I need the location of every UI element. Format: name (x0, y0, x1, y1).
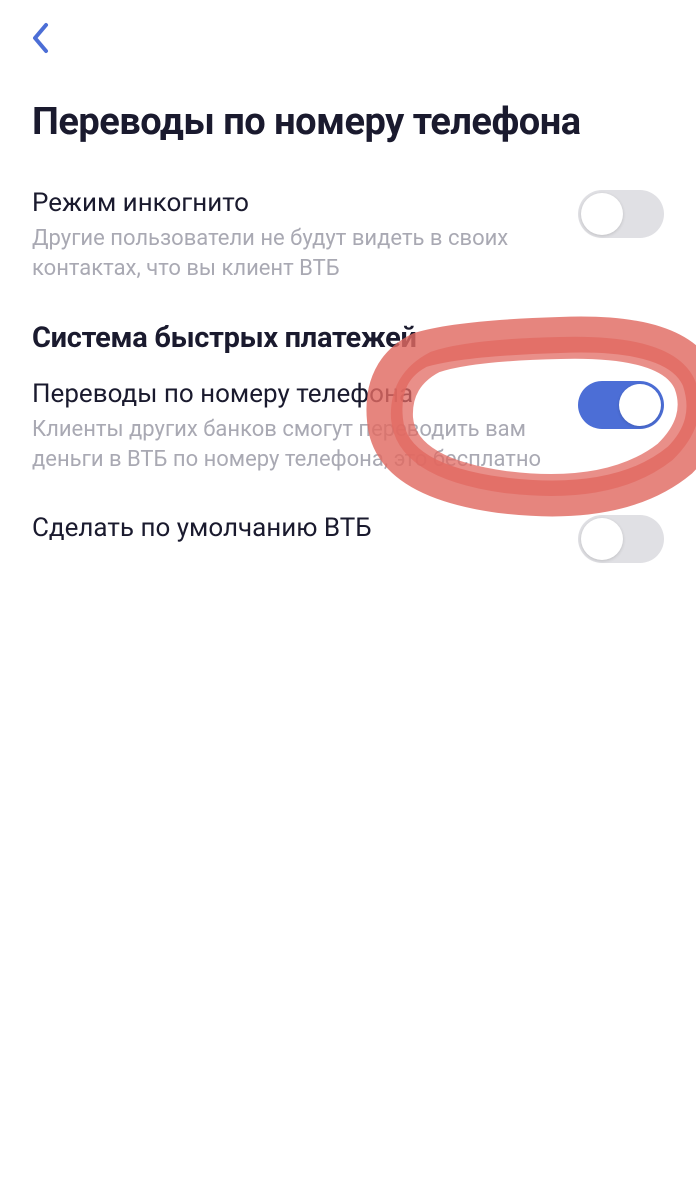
settings-list: Режим инкогнито Другие пользователи не б… (0, 144, 696, 563)
toggle-knob (619, 384, 661, 426)
setting-default-vtb: Сделать по умолчанию ВТБ (32, 513, 664, 563)
toggle-knob (581, 193, 623, 235)
setting-phone-transfers-description: Клиенты других банков смогут переводить … (32, 415, 558, 474)
setting-phone-transfers-content: Переводы по номеру телефона Клиенты друг… (32, 379, 578, 474)
back-button[interactable] (20, 20, 60, 60)
toggle-knob (581, 518, 623, 560)
setting-incognito-title: Режим инкогнито (32, 188, 558, 218)
toggle-incognito[interactable] (578, 190, 664, 238)
setting-default-vtb-content: Сделать по умолчанию ВТБ (32, 513, 578, 549)
page-title: Переводы по номеру телефона (0, 0, 696, 144)
setting-phone-transfers-title: Переводы по номеру телефона (32, 379, 558, 409)
section-header-sbp: Система быстрых платежей (32, 321, 664, 355)
setting-incognito-content: Режим инкогнито Другие пользователи не б… (32, 188, 578, 283)
chevron-left-icon (31, 22, 49, 58)
setting-phone-transfers: Переводы по номеру телефона Клиенты друг… (32, 379, 664, 474)
setting-default-vtb-title: Сделать по умолчанию ВТБ (32, 513, 558, 543)
setting-incognito-description: Другие пользователи не будут видеть в св… (32, 224, 558, 283)
toggle-phone-transfers[interactable] (578, 381, 664, 429)
setting-incognito: Режим инкогнито Другие пользователи не б… (32, 188, 664, 283)
toggle-default-vtb[interactable] (578, 515, 664, 563)
